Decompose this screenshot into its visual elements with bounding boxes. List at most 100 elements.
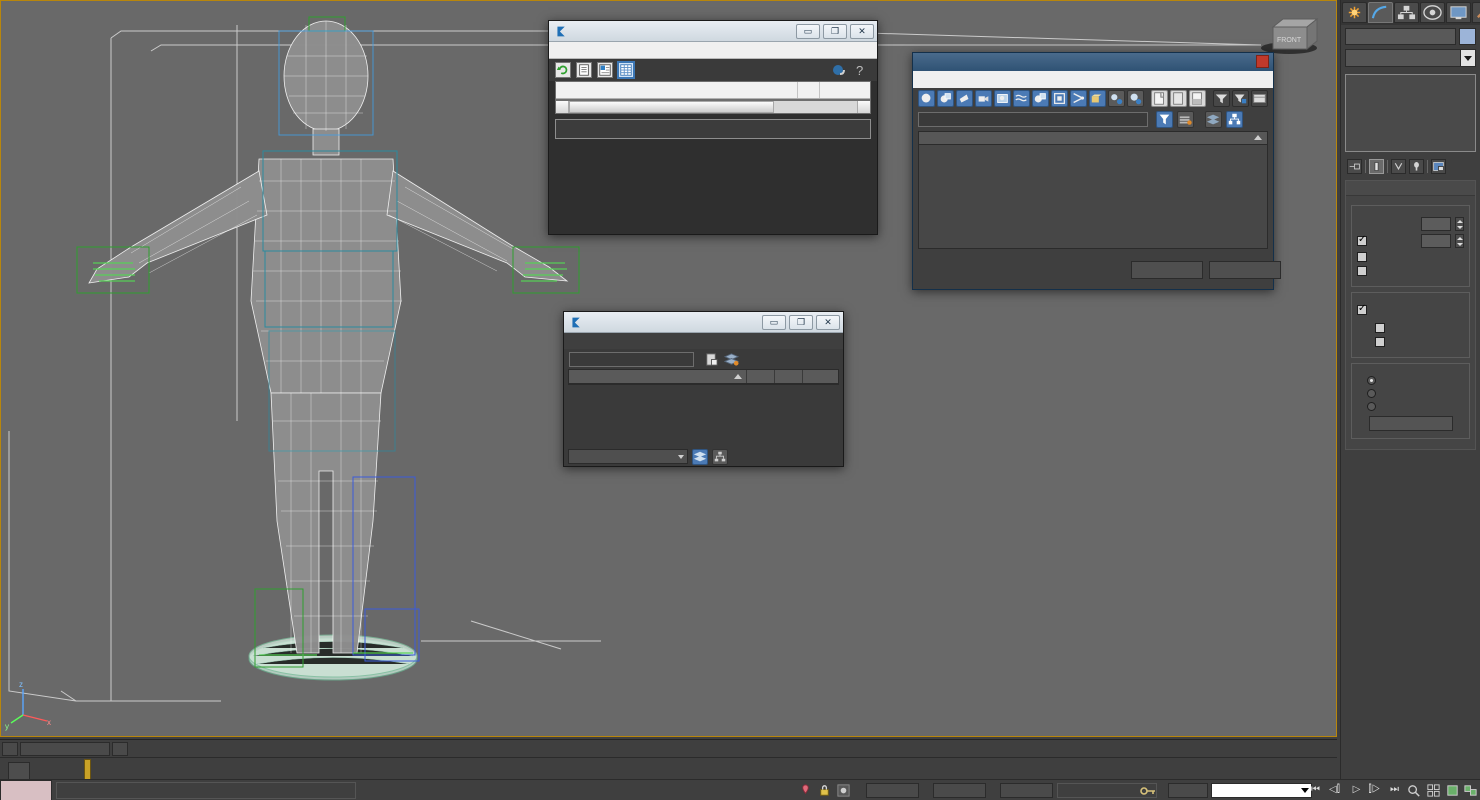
iterations-spinner[interactable] — [1455, 217, 1464, 231]
update-when-rendering-radio[interactable] — [1367, 389, 1376, 398]
command-panel-tabs[interactable] — [1341, 0, 1480, 25]
scene-explorer-menubar[interactable] — [564, 333, 843, 349]
close-button[interactable]: ✕ — [816, 315, 840, 330]
update-manually-radio[interactable] — [1367, 402, 1376, 411]
update-button[interactable] — [1368, 416, 1453, 431]
layers-icon[interactable] — [692, 448, 708, 465]
maximize-button[interactable]: ❐ — [823, 24, 847, 39]
sort-ascending-icon[interactable] — [1254, 135, 1262, 140]
search-input[interactable] — [569, 351, 694, 367]
sort-ascending-icon[interactable] — [734, 374, 742, 379]
display-tab[interactable] — [1446, 2, 1471, 23]
time-playhead[interactable] — [84, 759, 91, 781]
expand-all-icon[interactable] — [1151, 90, 1169, 107]
isoline-row[interactable] — [1357, 252, 1464, 262]
render-iters-field[interactable] — [1421, 234, 1451, 248]
status-color-swatch[interactable] — [0, 780, 52, 800]
go-to-start-icon[interactable]: ⏮ — [1307, 783, 1324, 798]
hierarchy-icon[interactable] — [712, 448, 728, 465]
collapse-all-icon[interactable] — [1170, 90, 1188, 107]
maximize-button[interactable]: ❐ — [789, 315, 813, 330]
materials-row[interactable] — [1357, 323, 1464, 333]
select-from-scene-toolbar[interactable] — [913, 88, 1273, 109]
close-button[interactable]: ✕ — [850, 24, 874, 39]
explicit-normals-checkbox[interactable] — [1357, 266, 1367, 276]
make-unique-icon[interactable] — [1391, 159, 1406, 174]
scroll-thumb[interactable] — [569, 101, 774, 113]
scroll-right-icon[interactable] — [857, 101, 870, 113]
zoom-all-icon[interactable] — [1425, 783, 1442, 798]
update-manually-row[interactable] — [1357, 402, 1464, 411]
utilities-tab[interactable] — [1472, 2, 1480, 23]
play-animation-icon[interactable]: ▷ — [1348, 783, 1365, 798]
object-name-field[interactable] — [1345, 28, 1456, 45]
hierarchy-icon[interactable] — [1226, 110, 1243, 128]
display-containers-icon[interactable] — [1089, 90, 1106, 107]
find-filter-icon[interactable] — [1156, 110, 1173, 128]
chevron-down-icon[interactable] — [1460, 50, 1475, 66]
zoom-extents-icon[interactable] — [1444, 783, 1461, 798]
chevron-down-icon[interactable] — [678, 455, 684, 459]
asset-list-hscrollbar[interactable] — [555, 100, 871, 114]
display-geometry-icon[interactable] — [918, 90, 935, 107]
display-lights-icon[interactable] — [956, 90, 973, 107]
open-mini-curve-editor-icon[interactable] — [8, 762, 30, 780]
hierarchy-view-icon[interactable] — [597, 62, 613, 78]
column-status[interactable] — [820, 82, 870, 98]
zoom-region-icon[interactable] — [1462, 783, 1479, 798]
column-freeze[interactable] — [747, 370, 775, 383]
expand-selected-icon[interactable] — [1189, 90, 1207, 107]
display-bones-icon[interactable] — [1070, 90, 1087, 107]
minimize-button[interactable]: ▭ — [796, 24, 820, 39]
rollout-header[interactable] — [1346, 181, 1475, 196]
scene-explorer-window[interactable]: ▭ ❐ ✕ — [563, 311, 844, 467]
help-globe-icon[interactable] — [831, 62, 847, 78]
layer-list[interactable] — [568, 369, 839, 385]
modifier-list-dropdown[interactable] — [1345, 49, 1476, 67]
next-frame-button[interactable] — [112, 742, 128, 756]
smoothing-groups-row[interactable] — [1357, 337, 1464, 347]
column-name[interactable] — [569, 370, 747, 383]
object-color-swatch[interactable] — [1459, 28, 1476, 45]
next-frame-icon[interactable]: ⫿▷ — [1366, 783, 1383, 798]
asset-tracking-window[interactable]: ▭ ❐ ✕ ? — [548, 20, 878, 235]
render-iters-spinner[interactable] — [1455, 234, 1464, 248]
key-filter-combo[interactable] — [1211, 783, 1312, 798]
select-from-scene-filterbar[interactable] — [913, 109, 1273, 129]
auto-key-button[interactable] — [1168, 783, 1208, 798]
asset-list-header[interactable] — [556, 82, 870, 99]
isoline-display-checkbox[interactable] — [1357, 252, 1367, 262]
coord-x-field[interactable] — [866, 783, 919, 798]
explicit-normals-row[interactable] — [1357, 266, 1464, 276]
display-shapes-icon[interactable] — [937, 90, 954, 107]
current-frame-field[interactable] — [20, 742, 110, 756]
time-slider-bar[interactable] — [0, 739, 1337, 757]
lock-selection-icon[interactable] — [817, 783, 832, 798]
grid-view-icon[interactable] — [617, 61, 635, 79]
show-end-result-icon[interactable] — [1369, 159, 1384, 174]
column-render[interactable] — [775, 370, 803, 383]
coord-z-field[interactable] — [1000, 783, 1053, 798]
key-mode-icon[interactable] — [1140, 784, 1156, 798]
display-cameras-icon[interactable] — [975, 90, 992, 107]
update-when-rendering-row[interactable] — [1357, 389, 1464, 398]
asset-tracking-list[interactable] — [555, 81, 871, 100]
prev-frame-button[interactable] — [2, 742, 18, 756]
materials-checkbox[interactable] — [1375, 323, 1385, 333]
list-view-icon[interactable] — [576, 62, 592, 78]
ok-button[interactable] — [1131, 261, 1203, 279]
display-all-icon[interactable] — [1127, 90, 1144, 107]
hierarchy-tab[interactable] — [1394, 2, 1419, 23]
modify-tab[interactable] — [1368, 2, 1393, 23]
cancel-button[interactable] — [1209, 261, 1281, 279]
scene-object-list[interactable] — [918, 131, 1268, 249]
select-from-scene-dialog[interactable] — [912, 52, 1281, 290]
column-name[interactable] — [556, 82, 798, 98]
zoom-icon[interactable] — [1406, 783, 1423, 798]
select-from-scene-menubar[interactable] — [913, 71, 1273, 88]
scene-list-header[interactable] — [919, 132, 1267, 145]
modifier-stack[interactable] — [1345, 74, 1476, 152]
object-name-row[interactable] — [1341, 25, 1480, 47]
window-controls[interactable]: ▭ ❐ ✕ — [762, 315, 840, 330]
display-xrefs-icon[interactable] — [1051, 90, 1068, 107]
